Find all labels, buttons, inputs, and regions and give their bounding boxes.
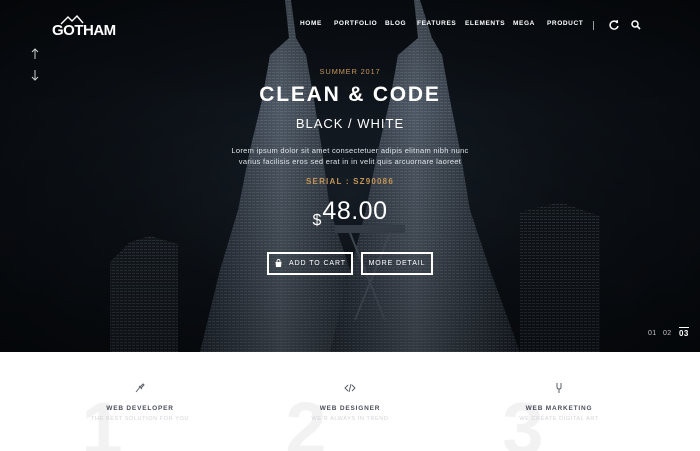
pen-icon (135, 383, 145, 393)
nav-item-home[interactable]: HOME (300, 20, 322, 27)
service-title: WEB DESIGNER (319, 405, 381, 412)
hero-overlay (0, 0, 700, 352)
hero-subtitle: BLACK / WHITE (295, 116, 405, 131)
pager-item-03[interactable]: 03 (679, 327, 689, 338)
service-web-designer: 2 WEB DESIGNER WE R ALWAYS IN TREND (250, 352, 450, 451)
main-nav: HOME PORTFOLIO BLOG FEATURES ELEMENTS ME… (0, 20, 700, 34)
hero-season-label: SUMMER 2017 (319, 67, 381, 76)
nav-item-portfolio[interactable]: PORTFOLIO (334, 20, 377, 27)
service-web-marketing: 3 WEB MARKETING WE CREATE DIGITAL ART (459, 352, 659, 451)
hero-title: CLEAN & CODE (259, 83, 441, 106)
nav-divider (593, 21, 594, 30)
pager-item-01[interactable]: 01 (648, 330, 657, 337)
service-tagline: WE R ALWAYS IN TREND (311, 416, 389, 422)
hero-section: GOTHAM HOME PORTFOLIO BLOG FEATURES ELEM… (0, 0, 700, 352)
hero-price: $48.00 (0, 197, 700, 230)
refresh-icon[interactable] (608, 19, 620, 31)
cart-icon (275, 259, 282, 267)
fork-icon (556, 383, 562, 393)
nav-item-blog[interactable]: BLOG (385, 20, 406, 27)
hero-serial: SERIAL : SZ90086 (306, 177, 394, 186)
add-to-cart-label: ADD TO CART (289, 260, 346, 267)
services-section: 1 WEB DEVELOPER THE BEST SOLUTION FOR YO… (0, 352, 700, 451)
nav-item-mega[interactable]: MEGA (513, 20, 535, 27)
more-detail-label: MORE DETAIL (368, 260, 426, 267)
nav-item-elements[interactable]: ELEMENTS (465, 20, 505, 27)
nav-item-features[interactable]: FEATURES (417, 20, 456, 27)
service-tagline: WE CREATE DIGITAL ART (519, 416, 599, 422)
arrow-up-icon[interactable] (30, 48, 40, 60)
add-to-cart-button[interactable]: ADD TO CART (267, 252, 353, 275)
pager-item-02[interactable]: 02 (663, 330, 672, 337)
service-title: WEB MARKETING (525, 405, 593, 412)
more-detail-button[interactable]: MORE DETAIL (361, 252, 433, 275)
code-icon (344, 383, 356, 393)
slider-vertical-arrows (30, 48, 40, 82)
price-amount: 48.00 (322, 197, 388, 225)
search-icon[interactable] (630, 19, 642, 31)
hero-description: Lorem ipsum dolor sit amet consectetuer … (231, 146, 469, 166)
price-currency: $ (312, 212, 322, 229)
nav-item-product[interactable]: PRODUCT (547, 20, 583, 27)
